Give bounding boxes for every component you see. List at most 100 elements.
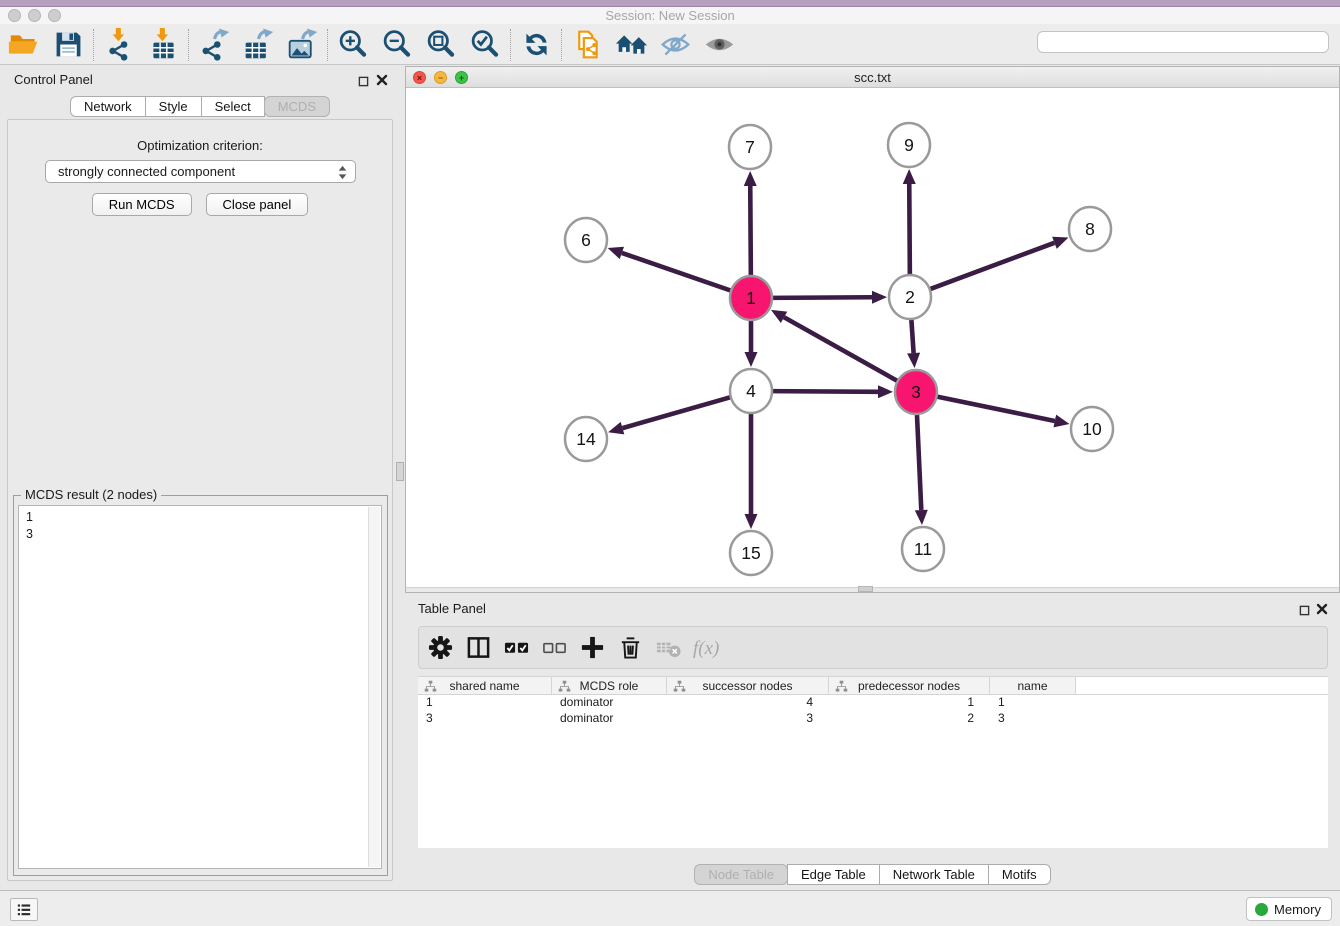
mcds-result-box[interactable]: 13 bbox=[18, 505, 382, 869]
tab-style[interactable]: Style bbox=[145, 96, 202, 117]
tab-network-table[interactable]: Network Table bbox=[879, 864, 989, 885]
show-all-icon[interactable] bbox=[697, 26, 741, 64]
graph-edge-1-2[interactable] bbox=[770, 291, 887, 304]
graph-edge-4-15[interactable] bbox=[745, 411, 758, 529]
graph-node-2[interactable]: 2 bbox=[889, 275, 931, 319]
memory-button[interactable]: Memory bbox=[1246, 897, 1332, 921]
graph-edge-1-6[interactable] bbox=[608, 247, 733, 292]
export-image-icon[interactable] bbox=[280, 26, 324, 64]
tab-select[interactable]: Select bbox=[201, 96, 265, 117]
save-session-icon[interactable] bbox=[46, 26, 90, 64]
svg-text:10: 10 bbox=[1082, 419, 1102, 439]
graph-node-1[interactable]: 1 bbox=[730, 276, 772, 320]
graph-edge-3-11[interactable] bbox=[915, 412, 928, 525]
tab-node-table[interactable]: Node Table bbox=[694, 864, 788, 885]
network-canvas[interactable]: 1 2 3 4 6 7 8 9 10 11 14 15 bbox=[406, 88, 1339, 587]
criterion-select[interactable]: strongly connected component bbox=[45, 160, 356, 183]
graph-edge-3-1[interactable] bbox=[771, 310, 900, 382]
result-scrollbar[interactable] bbox=[368, 507, 380, 867]
close-panel-button[interactable]: Close panel bbox=[206, 193, 309, 216]
import-network-icon[interactable] bbox=[97, 26, 141, 64]
graph-node-11[interactable]: 11 bbox=[902, 527, 944, 571]
graph-edge-3-10[interactable] bbox=[935, 396, 1070, 427]
table-row[interactable]: 1dominator411 bbox=[418, 695, 1328, 711]
memory-label: Memory bbox=[1274, 902, 1321, 917]
list-icon bbox=[15, 902, 33, 918]
delete-column-icon[interactable] bbox=[611, 629, 649, 667]
graph-edge-2-3[interactable] bbox=[907, 317, 920, 368]
cell-name[interactable]: 3 bbox=[990, 711, 1076, 727]
mcds-panel: Optimization criterion: strongly connect… bbox=[7, 119, 393, 881]
graph-node-8[interactable]: 8 bbox=[1069, 207, 1111, 251]
cell-successor-nodes[interactable]: 3 bbox=[667, 711, 829, 727]
refresh-icon[interactable] bbox=[514, 26, 558, 64]
cell-predecessor-nodes[interactable]: 2 bbox=[829, 711, 990, 727]
select-all-columns-icon[interactable] bbox=[497, 629, 535, 667]
network-window-titlebar[interactable]: × − + scc.txt bbox=[406, 67, 1339, 88]
svg-text:9: 9 bbox=[904, 135, 914, 155]
graph-edge-2-8[interactable] bbox=[928, 237, 1069, 290]
add-column-icon[interactable] bbox=[573, 629, 611, 667]
graph-edge-2-9[interactable] bbox=[903, 169, 916, 277]
open-file-icon[interactable] bbox=[2, 26, 46, 64]
zoom-out-icon[interactable] bbox=[375, 26, 419, 64]
cell-mcds-role[interactable]: dominator bbox=[552, 711, 667, 727]
settings-gear-icon[interactable] bbox=[421, 629, 459, 667]
table-panel-close-icon[interactable] bbox=[1316, 602, 1328, 620]
mcds-result-value: 1 bbox=[19, 509, 381, 526]
run-mcds-button[interactable]: Run MCDS bbox=[92, 193, 192, 216]
graph-edge-1-7[interactable] bbox=[744, 171, 757, 278]
hierarchy-icon bbox=[424, 680, 437, 696]
svg-text:1: 1 bbox=[746, 288, 756, 308]
graph-edge-4-3[interactable] bbox=[770, 385, 893, 398]
copy-network-icon[interactable] bbox=[565, 26, 609, 64]
graph-edge-4-14[interactable] bbox=[608, 397, 733, 435]
vertical-splitter-handle[interactable] bbox=[396, 462, 404, 481]
column-header-shared-name[interactable]: shared name bbox=[418, 677, 552, 694]
tab-edge-table[interactable]: Edge Table bbox=[787, 864, 880, 885]
hide-selected-icon[interactable] bbox=[653, 26, 697, 64]
column-header-predecessor-nodes[interactable]: predecessor nodes bbox=[829, 677, 990, 694]
table-panel-float-icon[interactable] bbox=[1299, 603, 1310, 621]
column-header-name[interactable]: name bbox=[990, 677, 1076, 694]
zoom-selected-icon[interactable] bbox=[463, 26, 507, 64]
zoom-fit-icon[interactable] bbox=[419, 26, 463, 64]
cell-shared-name[interactable]: 1 bbox=[418, 695, 552, 711]
search-input[interactable] bbox=[1037, 31, 1329, 53]
optimization-criterion-label: Optimization criterion: bbox=[8, 138, 392, 153]
export-network-icon[interactable] bbox=[192, 26, 236, 64]
export-table-icon[interactable] bbox=[236, 26, 280, 64]
control-panel-close-icon[interactable] bbox=[376, 73, 388, 91]
graph-node-6[interactable]: 6 bbox=[565, 218, 607, 262]
import-table-icon[interactable] bbox=[141, 26, 185, 64]
cell-predecessor-nodes[interactable]: 1 bbox=[829, 695, 990, 711]
zoom-in-icon[interactable] bbox=[331, 26, 375, 64]
cell-shared-name[interactable]: 3 bbox=[418, 711, 552, 727]
control-panel-title: Control Panel bbox=[14, 72, 93, 87]
tab-mcds[interactable]: MCDS bbox=[264, 96, 330, 117]
graph-node-4[interactable]: 4 bbox=[730, 369, 772, 413]
graph-node-14[interactable]: 14 bbox=[565, 417, 607, 461]
task-history-button[interactable] bbox=[10, 898, 38, 921]
graph-edge-1-4[interactable] bbox=[745, 318, 758, 367]
tab-network[interactable]: Network bbox=[70, 96, 146, 117]
unselect-all-columns-icon[interactable] bbox=[535, 629, 573, 667]
memory-indicator-icon bbox=[1255, 903, 1268, 916]
toolbar-separator bbox=[561, 29, 562, 61]
table-row[interactable]: 3dominator323 bbox=[418, 711, 1328, 727]
cell-successor-nodes[interactable]: 4 bbox=[667, 695, 829, 711]
tab-motifs[interactable]: Motifs bbox=[988, 864, 1051, 885]
horizontal-splitter-handle[interactable] bbox=[858, 586, 873, 592]
graph-node-9[interactable]: 9 bbox=[888, 123, 930, 167]
column-header-successor-nodes[interactable]: successor nodes bbox=[667, 677, 829, 694]
cell-mcds-role[interactable]: dominator bbox=[552, 695, 667, 711]
graph-node-7[interactable]: 7 bbox=[729, 125, 771, 169]
split-columns-icon[interactable] bbox=[459, 629, 497, 667]
graph-node-10[interactable]: 10 bbox=[1071, 407, 1113, 451]
control-panel-float-icon[interactable] bbox=[358, 74, 369, 92]
graph-node-3[interactable]: 3 bbox=[895, 370, 937, 414]
cell-name[interactable]: 1 bbox=[990, 695, 1076, 711]
first-neighbors-icon[interactable] bbox=[609, 26, 653, 64]
graph-node-15[interactable]: 15 bbox=[730, 531, 772, 575]
column-header-mcds-role[interactable]: MCDS role bbox=[552, 677, 667, 694]
